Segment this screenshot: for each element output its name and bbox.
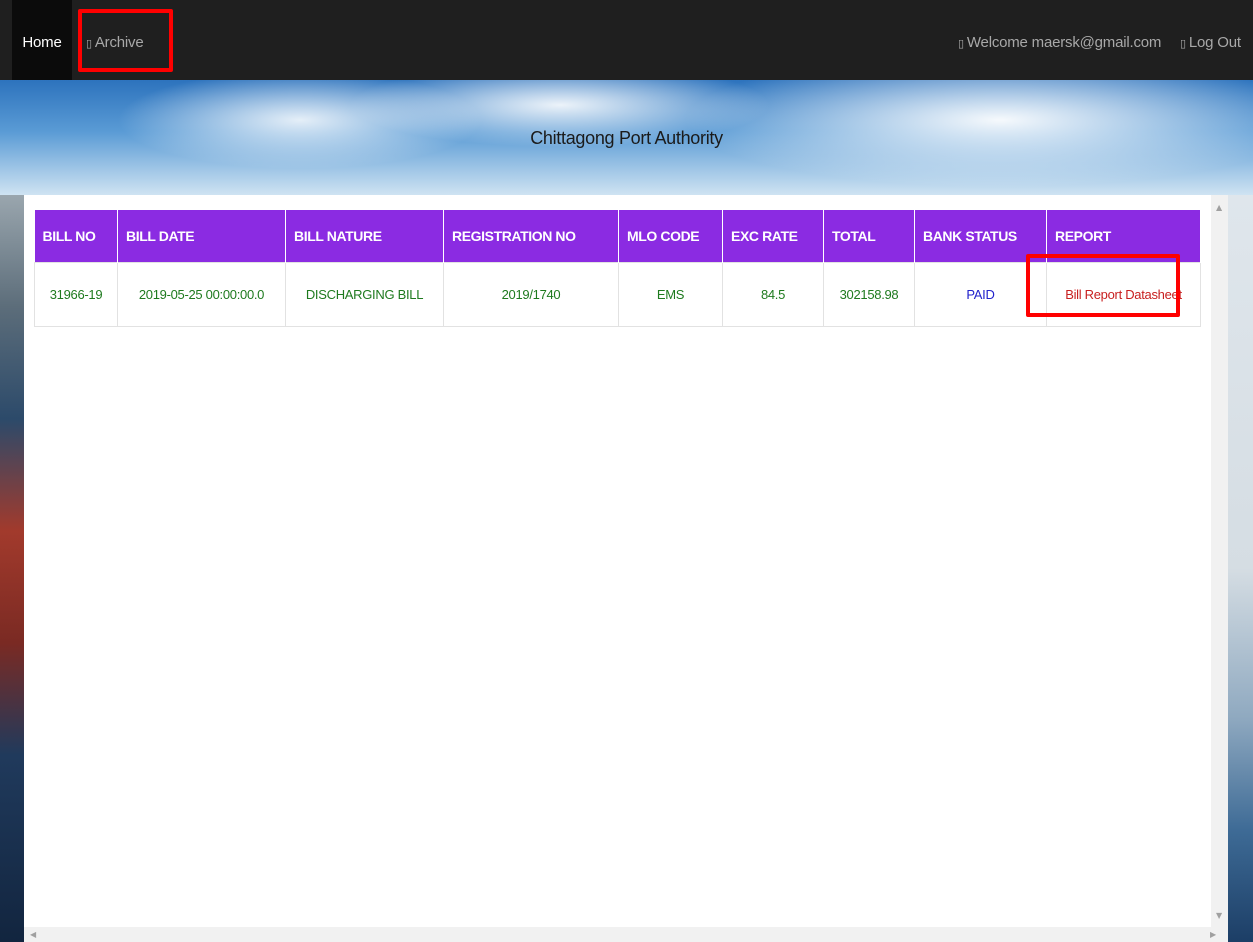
user-icon: ▯ (958, 37, 964, 50)
cell-exc-rate: 84.5 (722, 262, 824, 327)
column-header-bill-nature[interactable]: BILL NATURE (285, 210, 444, 263)
cell-total: 302158.98 (823, 262, 915, 327)
nav-welcome-label: Welcome maersk@gmail.com (966, 34, 1162, 51)
column-header-bill-no[interactable]: BILL NO (34, 210, 118, 263)
scroll-left-icon[interactable]: ◀ (30, 930, 36, 939)
column-header-registration-no[interactable]: REGISTRATION NO (443, 210, 619, 263)
scroll-right-icon[interactable]: ▶ (1210, 930, 1216, 939)
cell-bill-date: 2019-05-25 00:00:00.0 (117, 262, 286, 327)
logout-icon: ▯ (1180, 37, 1186, 50)
column-header-mlo-code[interactable]: MLO CODE (618, 210, 723, 263)
horizontal-scrollbar[interactable]: ◀ ▶ (24, 927, 1228, 942)
background-image-left (0, 195, 24, 942)
column-header-bill-date[interactable]: BILL DATE (117, 210, 286, 263)
page-title: Chittagong Port Authority (530, 128, 723, 148)
background-image-right (1228, 195, 1253, 942)
nav-logout-label: Log Out (1188, 34, 1241, 51)
archive-highlight-box (78, 9, 173, 72)
scroll-up-icon[interactable]: ▲ (1216, 203, 1222, 212)
column-header-total[interactable]: TOTAL (823, 210, 915, 263)
report-highlight-box (1026, 254, 1180, 317)
vertical-scrollbar[interactable]: ▲ ▼ (1211, 195, 1228, 927)
scroll-down-icon[interactable]: ▼ (1216, 911, 1222, 920)
nav-logout-link[interactable]: ▯ Log Out (1180, 0, 1241, 80)
cell-bill-no: 31966-19 (34, 262, 118, 327)
column-header-exc-rate[interactable]: EXC RATE (722, 210, 824, 263)
cell-bill-nature: DISCHARGING BILL (285, 262, 444, 327)
cell-registration-no: 2019/1740 (443, 262, 619, 327)
nav-welcome-link[interactable]: ▯ Welcome maersk@gmail.com (958, 0, 1161, 80)
header-banner: Chittagong Port Authority (0, 80, 1253, 195)
cell-mlo-code: EMS (618, 262, 723, 327)
top-navbar: Home ▯ Archive ▯ Welcome maersk@gmail.com … (0, 0, 1253, 81)
nav-home-link[interactable]: Home (12, 0, 72, 80)
